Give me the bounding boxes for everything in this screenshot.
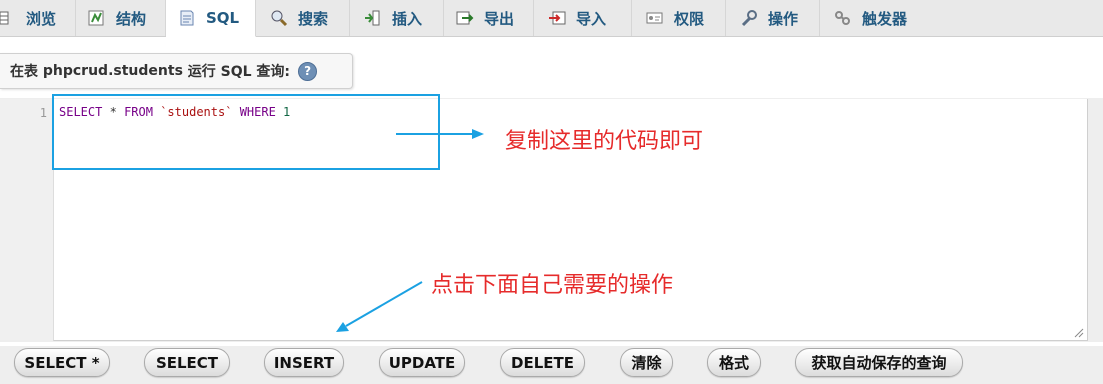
annotation-arrows (336, 129, 484, 332)
click-hint-annotation: 点击下面自己需要的操作 (431, 273, 674, 298)
delete-button[interactable]: DELETE (500, 348, 585, 377)
insert-button[interactable]: INSERT (264, 348, 344, 377)
copy-hint-annotation: 复制这里的代码即可 (505, 129, 704, 154)
select-star-button[interactable]: SELECT * (14, 348, 110, 377)
format-button[interactable]: 格式 (707, 348, 761, 377)
update-button[interactable]: UPDATE (379, 348, 465, 377)
get-autosaved-query-button[interactable]: 获取自动保存的查询 (795, 348, 963, 377)
select-button[interactable]: SELECT (144, 348, 230, 377)
clear-button[interactable]: 清除 (620, 348, 673, 377)
